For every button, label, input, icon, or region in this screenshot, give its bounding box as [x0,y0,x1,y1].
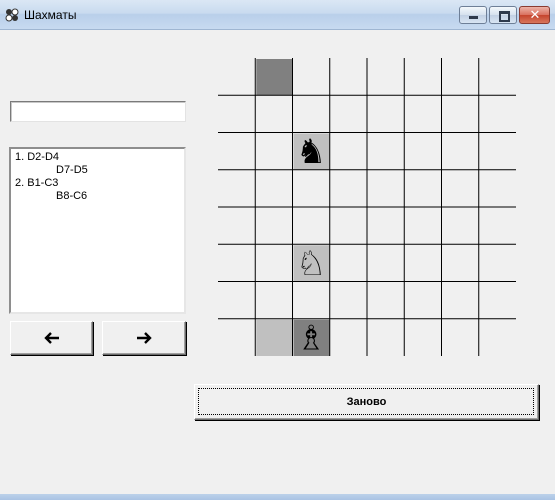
move-entry-black: D7-D5 [56,164,88,176]
minimize-icon [469,16,478,19]
chess-app-icon [5,8,19,22]
title-bar[interactable]: Шахматы ✕ [0,0,555,30]
move-input[interactable] [10,101,186,122]
move-entry-white: 2. B1-C3 [15,177,59,189]
next-move-button[interactable] [102,321,186,355]
white-bishop-piece[interactable]: ♗ [296,318,326,356]
window-bottom-border [0,494,555,500]
previous-move-button[interactable] [10,321,93,355]
close-button[interactable]: ✕ [519,6,550,24]
chess-board-grid[interactable]: ♞ ♘ ♗ [218,58,516,356]
move-entry-black: B8-C6 [56,190,88,202]
highlighted-square[interactable] [256,319,293,356]
black-knight-piece[interactable]: ♞ [296,132,326,172]
white-knight-piece[interactable]: ♘ [296,244,326,284]
arrow-right-icon [137,331,152,344]
arrow-left-icon [43,331,59,344]
restart-button[interactable]: Заново [194,384,539,420]
moves-list[interactable]: 1. D2-D4 D7-D5 2. B1-C3 B8-C6 [9,147,186,314]
move-entry-white: 1. D2-D4 [15,151,60,163]
restart-button-label: Заново [346,396,387,408]
window-title: Шахматы [24,8,77,22]
close-icon: ✕ [529,7,541,22]
maximize-icon [499,11,510,22]
chess-window: Шахматы ✕ 1. D2-D4 D7-D5 2. B1-C3 B8-C6 … [0,0,555,500]
maximize-button[interactable] [489,6,517,24]
chess-board[interactable]: ♞ ♘ ♗ [218,58,516,356]
minimize-button[interactable] [459,6,487,24]
highlighted-square[interactable] [256,59,293,96]
